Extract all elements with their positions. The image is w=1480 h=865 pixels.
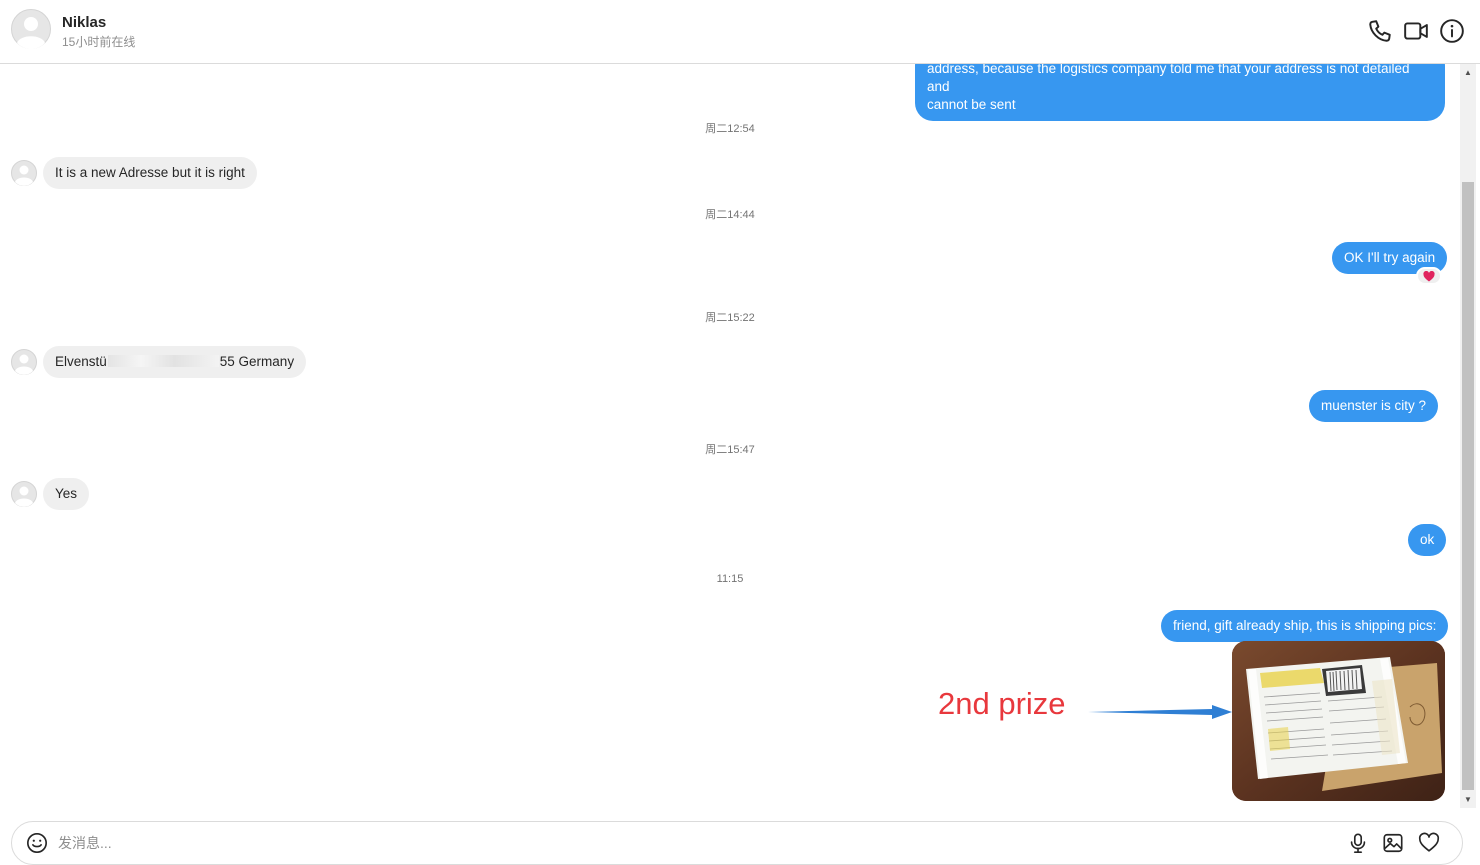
timestamp: 周二12:54 — [705, 123, 755, 135]
phone-icon[interactable] — [1367, 18, 1393, 44]
redacted-text — [107, 355, 219, 367]
avatar[interactable] — [11, 9, 51, 49]
video-call-icon[interactable] — [1403, 18, 1429, 44]
message-bubble-outgoing[interactable]: muenster is city ? — [1309, 390, 1439, 422]
info-icon[interactable] — [1439, 18, 1465, 44]
avatar[interactable] — [11, 481, 37, 507]
scroll-down-arrow[interactable]: ▼ — [1460, 791, 1476, 808]
message-bubble-incoming[interactable]: Elvenstü 55 Germany — [43, 346, 307, 378]
message-input[interactable] — [58, 832, 1258, 854]
image-icon[interactable] — [1382, 832, 1404, 854]
message-bubble-incoming[interactable]: Yes — [43, 478, 90, 510]
microphone-icon[interactable] — [1347, 832, 1369, 854]
chat-header: Niklas 15小时前在线 — [0, 0, 1480, 64]
message-bubble-outgoing[interactable]: address, because the logistics company t… — [915, 64, 1445, 121]
avatar[interactable] — [11, 160, 37, 186]
message-bubble-outgoing[interactable]: friend, gift already ship, this is shipp… — [1161, 610, 1449, 642]
timestamp: 11:15 — [716, 573, 744, 585]
scrollbar[interactable]: ▲ ▼ — [1460, 64, 1476, 808]
avatar[interactable] — [11, 349, 37, 375]
timestamp: 周二15:22 — [705, 312, 755, 324]
contact-name[interactable]: Niklas — [62, 14, 106, 31]
message-composer — [11, 821, 1463, 865]
message-text-start: Elvenstü — [55, 354, 107, 369]
message-thread[interactable]: address, because the logistics company t… — [0, 64, 1460, 808]
message-text: cannot be sent — [927, 97, 1016, 112]
message-bubble-outgoing[interactable]: ok — [1408, 524, 1447, 556]
message-bubble-incoming[interactable]: It is a new Adresse but it is right — [43, 157, 257, 189]
timestamp: 周二14:44 — [705, 209, 755, 221]
reaction-badge[interactable] — [1416, 267, 1442, 285]
scroll-up-arrow[interactable]: ▲ — [1460, 64, 1476, 81]
timestamp: 周二15:47 — [705, 444, 755, 456]
emoji-icon[interactable] — [26, 832, 48, 854]
heart-icon[interactable] — [1418, 832, 1440, 854]
annotation-arrow — [1088, 705, 1232, 719]
online-status: 15小时前在线 — [62, 35, 136, 49]
shipping-photo[interactable] — [1232, 641, 1445, 801]
message-text: address, because the logistics company t… — [927, 64, 1410, 94]
shipping-label-image — [1232, 641, 1445, 801]
annotation-label: 2nd prize — [938, 686, 1066, 721]
scrollbar-thumb[interactable] — [1462, 182, 1474, 790]
message-text-end: 55 Germany — [219, 354, 295, 369]
heart-reaction-icon — [1423, 270, 1435, 281]
